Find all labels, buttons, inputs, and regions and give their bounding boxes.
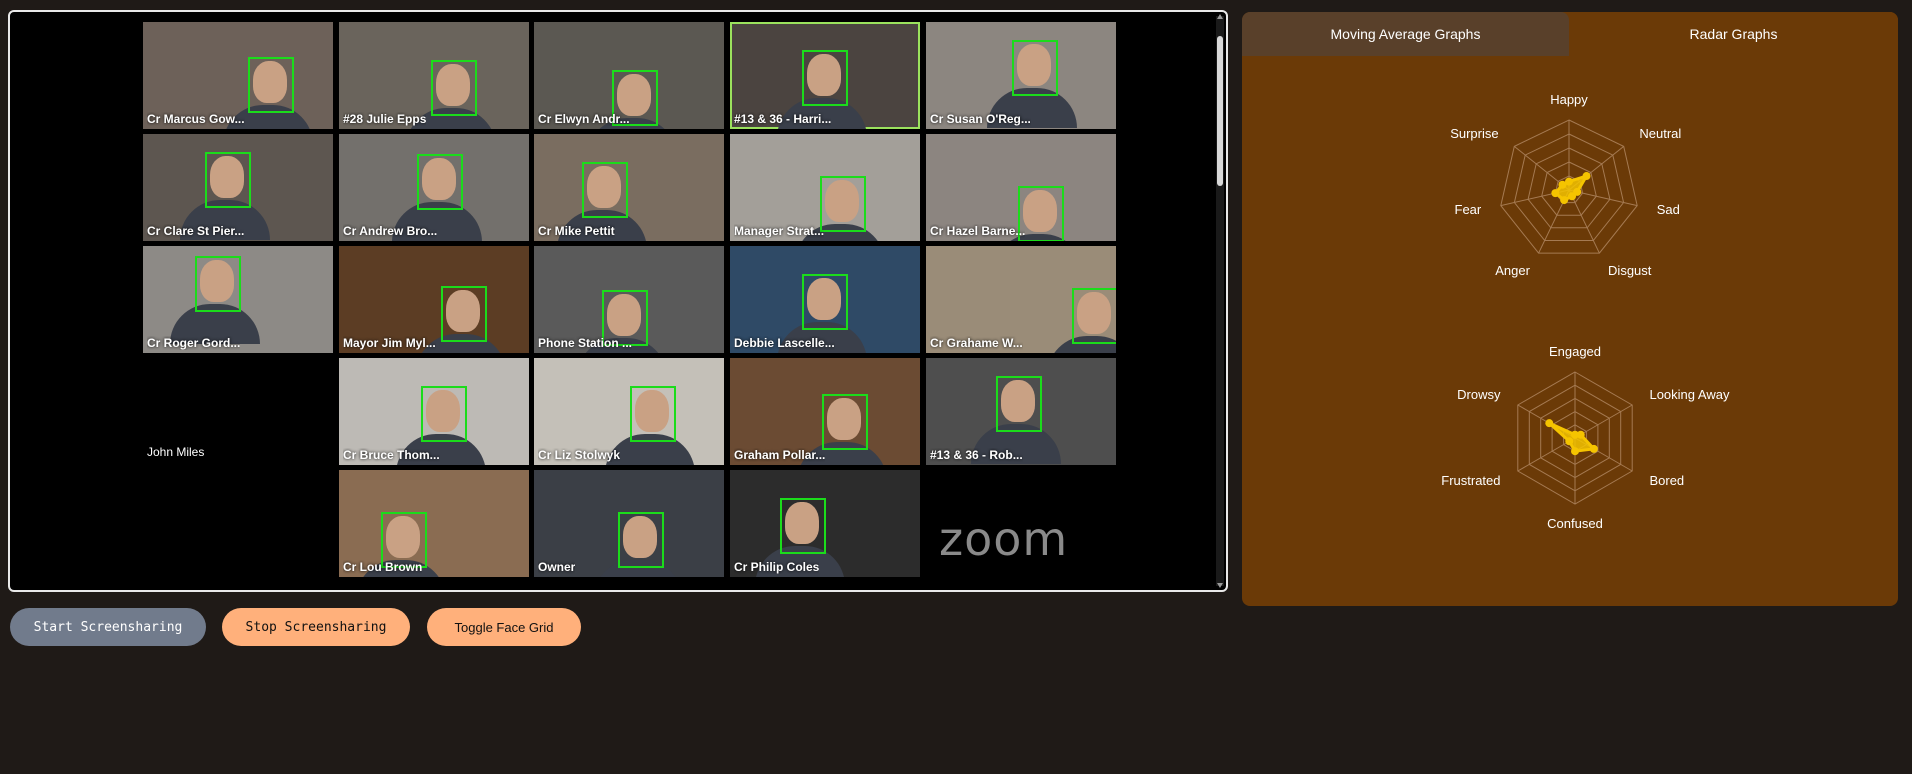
- participant-name: Cr Elwyn Andr...: [538, 112, 630, 126]
- face-detection-box: [802, 274, 848, 330]
- radar-axis-label: Engaged: [1549, 344, 1601, 359]
- participant-name: Cr Andrew Bro...: [343, 224, 438, 238]
- face-detection-box: [1072, 288, 1116, 344]
- participant-tile[interactable]: Cr Roger Gord...: [143, 246, 333, 353]
- face-detection-box: [630, 386, 676, 442]
- participant-name-no-video: John Miles: [147, 445, 205, 459]
- participant-name: Cr Clare St Pier...: [147, 224, 245, 238]
- radar-data-point: [1560, 196, 1569, 205]
- emotion-radar-chart: Happy Neutral Sad Disgust Anger Fear Surprise: [1450, 92, 1681, 278]
- stop-screensharing-button[interactable]: Stop Screensharing: [222, 608, 410, 646]
- radar-axis-label: Fear: [1455, 202, 1482, 217]
- participant-tile[interactable]: Cr Marcus Gow...: [143, 22, 333, 129]
- participant-name: Cr Philip Coles: [734, 560, 820, 574]
- participant-name: #28 Julie Epps: [343, 112, 427, 126]
- participant-tile[interactable]: #13 & 36 - Rob...: [926, 358, 1116, 465]
- radar-data-point: [1565, 437, 1574, 446]
- toggle-face-grid-button[interactable]: Toggle Face Grid: [427, 608, 581, 646]
- participant-name: Cr Bruce Thom...: [343, 448, 440, 462]
- face-detection-box: [618, 512, 664, 568]
- participant-name: Graham Pollar...: [734, 448, 826, 462]
- participant-name: Cr Liz Stolwyk: [538, 448, 621, 462]
- scroll-up-arrow-icon[interactable]: [1217, 14, 1223, 19]
- radar-axis-label: Disgust: [1608, 263, 1652, 278]
- face-detection-box: [996, 376, 1042, 432]
- radar-charts: HappyNeutralSadDisgustAngerFearSurprise …: [1441, 92, 1730, 531]
- participant-tile[interactable]: Cr Lou Brown: [339, 470, 529, 577]
- screenshare-viewer: Cr Marcus Gow... #28 Julie Epps Cr Elwyn A…: [8, 10, 1228, 592]
- participant-tile[interactable]: Cr Mike Pettit: [534, 134, 724, 241]
- scroll-down-arrow-icon[interactable]: [1217, 583, 1223, 588]
- radar-axis-label: Surprise: [1450, 126, 1498, 141]
- participant-name: Cr Marcus Gow...: [147, 112, 245, 126]
- radar-axis-label: Looking Away: [1649, 387, 1729, 402]
- participant-tile[interactable]: Cr Grahame W...: [926, 246, 1116, 353]
- radar-data-point: [1576, 430, 1585, 439]
- face-detection-box: [822, 394, 868, 450]
- radar-data-point: [1545, 419, 1554, 428]
- participant-tile[interactable]: Cr Susan O'Reg...: [926, 22, 1116, 129]
- participant-tile[interactable]: Manager Strat...: [730, 134, 920, 241]
- participant-name: Cr Hazel Barne...: [930, 224, 1026, 238]
- radar-data-point: [1582, 172, 1591, 181]
- radar-data-point: [1571, 447, 1579, 456]
- participant-name: #13 & 36 - Rob...: [930, 448, 1023, 462]
- participant-tile[interactable]: #13 & 36 - Harri...: [730, 22, 920, 129]
- face-detection-box: [820, 176, 866, 232]
- face-detection-box: [441, 286, 487, 342]
- participant-tile[interactable]: Owner: [534, 470, 724, 577]
- participant-tile[interactable]: Cr Bruce Thom...: [339, 358, 529, 465]
- start-screensharing-button[interactable]: Start Screensharing: [10, 608, 206, 646]
- face-detection-box: [417, 154, 463, 210]
- radar-data-point: [1551, 189, 1560, 198]
- face-detection-box: [802, 50, 848, 106]
- radar-axis-label: Bored: [1649, 473, 1684, 488]
- participant-tile[interactable]: Cr Andrew Bro...: [339, 134, 529, 241]
- face-detection-box: [582, 162, 628, 218]
- radar-axis-label: Anger: [1495, 263, 1530, 278]
- zoom-logo: zoom: [939, 512, 1069, 566]
- participant-tile[interactable]: Debbie Lascelle...: [730, 246, 920, 353]
- participant-name: #13 & 36 - Harri...: [734, 112, 832, 126]
- participant-tile[interactable]: #28 Julie Epps: [339, 22, 529, 129]
- face-detection-box: [248, 57, 294, 113]
- participant-name: Cr Lou Brown: [343, 560, 423, 574]
- radar-axis-label: Confused: [1547, 516, 1603, 531]
- face-detection-box: [421, 386, 467, 442]
- viewer-scrollbar[interactable]: [1216, 16, 1224, 586]
- participant-tile[interactable]: Cr Philip Coles: [730, 470, 920, 577]
- participant-tile[interactable]: Cr Hazel Barne...: [926, 134, 1116, 241]
- participant-name: Phone Station ...: [538, 336, 633, 350]
- face-detection-box: [195, 256, 241, 312]
- participant-name: Owner: [538, 560, 576, 574]
- radar-axis-label: Frustrated: [1441, 473, 1500, 488]
- radar-axis-label: Neutral: [1639, 126, 1681, 141]
- radar-axis-label: Drowsy: [1457, 387, 1501, 402]
- participant-name: Cr Mike Pettit: [538, 224, 615, 238]
- participant-name: Debbie Lascelle...: [734, 336, 835, 350]
- participant-name: Cr Susan O'Reg...: [930, 112, 1031, 126]
- participant-tile[interactable]: Cr Elwyn Andr...: [534, 22, 724, 129]
- radar-data-point: [1589, 444, 1598, 453]
- radar-axis-label: Sad: [1657, 202, 1680, 217]
- participant-tile[interactable]: Cr Clare St Pier...: [143, 134, 333, 241]
- participant-name: Mayor Jim Myl...: [343, 336, 436, 350]
- participant-name: Cr Roger Gord...: [147, 336, 241, 350]
- radar-data-point: [1568, 192, 1577, 201]
- participant-tile[interactable]: Phone Station ...: [534, 246, 724, 353]
- engagement-radar-chart: Engaged Looking Away Bored Confused Frustrat…: [1441, 344, 1730, 531]
- face-detection-box: [205, 152, 251, 208]
- radar-data-point: [1558, 180, 1567, 189]
- participant-name: Manager Strat...: [734, 224, 825, 238]
- scrollbar-thumb[interactable]: [1217, 36, 1223, 186]
- participant-name: Cr Grahame W...: [930, 336, 1023, 350]
- participant-tile[interactable]: Mayor Jim Myl...: [339, 246, 529, 353]
- face-detection-box: [431, 60, 477, 116]
- participant-tile[interactable]: Graham Pollar...: [730, 358, 920, 465]
- face-detection-box: [1012, 40, 1058, 96]
- radar-axis-label: Happy: [1550, 92, 1588, 107]
- graphs-panel: Moving Average Graphs Radar Graphs Happy…: [1242, 12, 1898, 606]
- participant-tile[interactable]: Cr Liz Stolwyk: [534, 358, 724, 465]
- face-detection-box: [780, 498, 826, 554]
